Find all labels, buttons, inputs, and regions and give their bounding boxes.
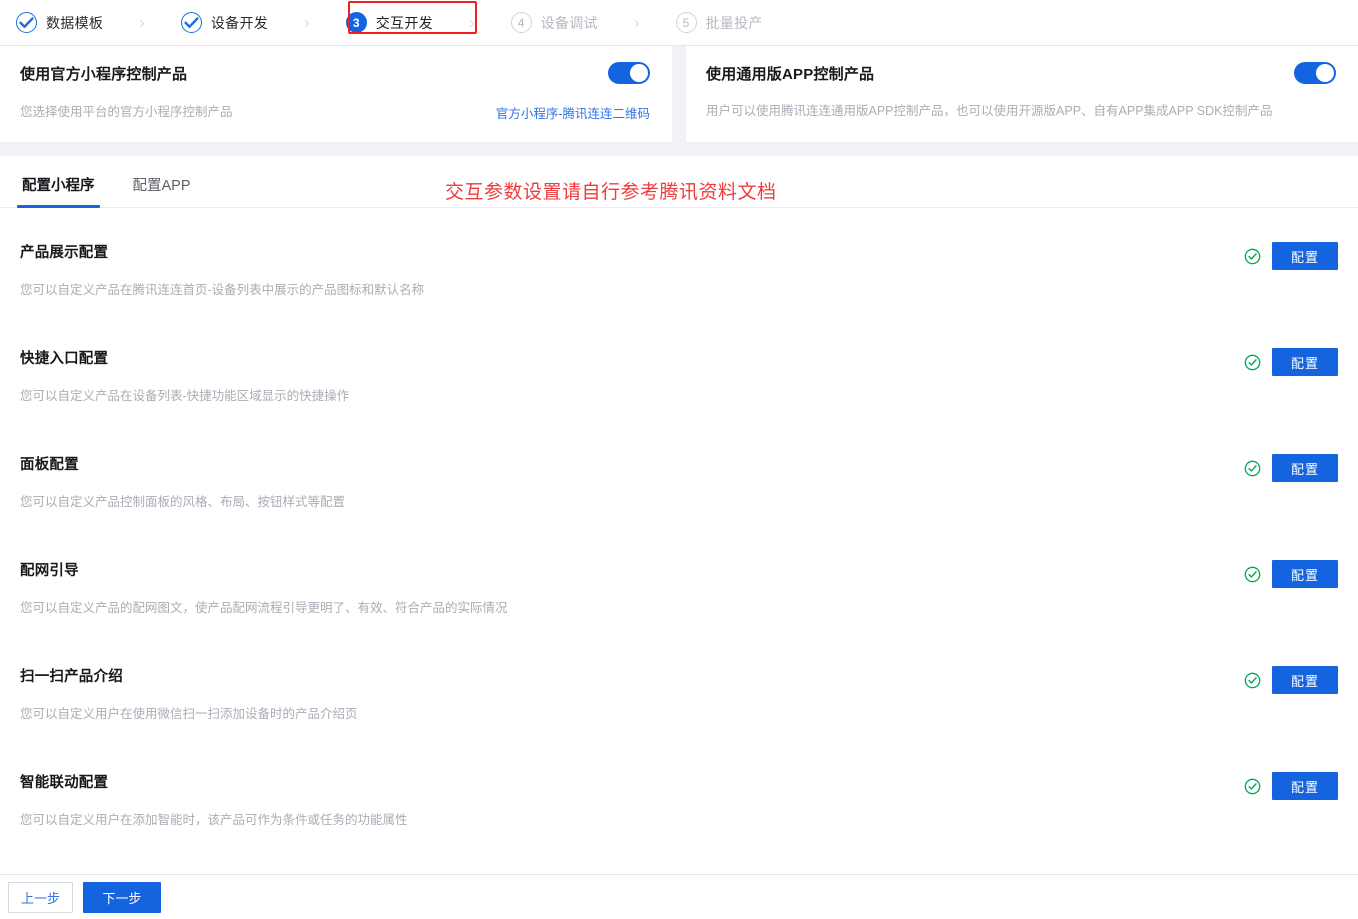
step-label: 设备调试 (540, 14, 598, 31)
tabs-divider (0, 207, 1358, 208)
step-item-4[interactable]: 4 设备调试 (501, 6, 608, 39)
step-item-3[interactable]: 3 交互开发 (336, 6, 443, 39)
watermark: 电子发烧友 ELECFANS.COM (1212, 885, 1344, 915)
configure-button[interactable]: 配置 (1272, 666, 1338, 694)
official-miniprogram-qrcode-link[interactable]: 官方小程序-腾讯连连二维码 (496, 103, 650, 122)
step-item-5[interactable]: 5 批量投产 (666, 6, 773, 39)
configure-button[interactable]: 配置 (1272, 560, 1338, 588)
settings-row-title: 面板配置 (20, 457, 79, 473)
step-item-1[interactable]: 数据模板 (6, 6, 113, 39)
step-item-2[interactable]: 设备开发 (171, 6, 278, 39)
step-separator-icon: › (139, 13, 145, 32)
settings-row-description: 您可以自定义产品控制面板的风格、布局、按钮样式等配置 (20, 495, 346, 509)
card-body: 您选择使用平台的官方小程序控制产品 官方小程序-腾讯连连二维码 (20, 103, 650, 122)
check-circle-icon (1244, 460, 1261, 477)
settings-row-text: 产品展示配置您可以自定义产品在腾讯连连首页-设备列表中展示的产品图标和默认名称 (20, 241, 424, 300)
card-general-app: 使用通用版APP控制产品 用户可以使用腾讯连连通用版APP控制产品，也可以使用开… (686, 46, 1358, 142)
check-circle-icon (1244, 778, 1261, 795)
card-header: 使用官方小程序控制产品 (20, 62, 650, 84)
check-circle-icon (1244, 566, 1261, 583)
settings-row-text: 快捷入口配置您可以自定义产品在设备列表-快捷功能区域显示的快捷操作 (20, 347, 349, 406)
settings-row-description: 您可以自定义用户在添加智能时，该产品可作为条件或任务的功能属性 (20, 813, 408, 827)
tab-list: 配置小程序 配置APP (17, 156, 1338, 208)
step-label: 交互开发 (375, 14, 433, 31)
watermark-text: 电子发烧友 ELECFANS.COM (1249, 886, 1344, 914)
step-check-icon (180, 12, 202, 33)
settings-row-text: 配网引导您可以自定义产品的配网图文，使产品配网流程引导更明了、有效、符合产品的实… (20, 559, 508, 618)
step-number-badge: 3 (345, 12, 367, 33)
settings-row-title: 快捷入口配置 (20, 351, 109, 367)
settings-row-description: 您可以自定义产品在腾讯连连首页-设备列表中展示的产品图标和默认名称 (20, 283, 425, 297)
settings-row: 面板配置您可以自定义产品控制面板的风格、布局、按钮样式等配置 配置 (20, 430, 1338, 536)
next-step-button[interactable]: 下一步 (83, 881, 161, 913)
settings-row-actions: 配置 (1244, 453, 1338, 482)
card-body: 用户可以使用腾讯连连通用版APP控制产品，也可以使用开源版APP、自有APP集成… (706, 103, 1336, 121)
step-progress-bar: 数据模板 › 设备开发 › 3 交互开发 › 4 设备调试 › 5 批量投产 (0, 0, 1358, 46)
toggle-official-miniprogram[interactable] (608, 62, 650, 84)
step-separator-icon: › (468, 13, 475, 32)
settings-row-description: 您可以自定义产品的配网图文，使产品配网流程引导更明了、有效、符合产品的实际情况 (20, 601, 508, 615)
footer-action-bar: 上一步 下一步 电子发烧友 ELECFANS.COM (0, 874, 1358, 919)
card-description: 用户可以使用腾讯连连通用版APP控制产品，也可以使用开源版APP、自有APP集成… (706, 104, 1273, 118)
configure-button[interactable]: 配置 (1272, 242, 1338, 270)
configure-button[interactable]: 配置 (1272, 348, 1338, 376)
interaction-config-panel: 配置小程序 配置APP 交互参数设置请自行参考腾讯资料文档 产品展示配置您可以自… (0, 156, 1358, 875)
settings-row-title: 扫一扫产品介绍 (20, 669, 123, 685)
settings-row-list: 产品展示配置 您可以自定义产品在腾讯连连首页-设备列表中展示的产品图标和默认名称配… (20, 208, 1338, 854)
settings-row-actions: 配置 (1244, 241, 1338, 270)
control-mode-cards: 使用官方小程序控制产品 您选择使用平台的官方小程序控制产品 官方小程序-腾讯连连… (0, 46, 1358, 142)
settings-row-actions: 配置 (1244, 347, 1338, 376)
watermark-logo-icon (1212, 885, 1242, 915)
tab-configure-app[interactable]: 配置APP (131, 170, 193, 207)
step-number-badge: 4 (510, 12, 532, 33)
settings-row-actions: 配置 (1244, 771, 1338, 800)
check-circle-icon (1244, 248, 1261, 265)
step-number-badge: 5 (675, 12, 697, 33)
watermark-subtitle: ELECFANS.COM (1249, 905, 1327, 915)
check-circle-icon (1244, 354, 1261, 371)
settings-row: 快捷入口配置您可以自定义产品在设备列表-快捷功能区域显示的快捷操作 配置 (20, 324, 1338, 430)
settings-row: 扫一扫产品介绍您可以自定义用户在使用微信扫一扫添加设备时的产品介绍页 配置 (20, 642, 1338, 748)
settings-row-title: 智能联动配置 (20, 775, 109, 791)
settings-row: 配网引导您可以自定义产品的配网图文，使产品配网流程引导更明了、有效、符合产品的实… (20, 536, 1338, 642)
tabs-wrapper: 配置小程序 配置APP 交互参数设置请自行参考腾讯资料文档 (0, 156, 1358, 208)
configure-button[interactable]: 配置 (1272, 454, 1338, 482)
settings-row: 产品展示配置您可以自定义产品在腾讯连连首页-设备列表中展示的产品图标和默认名称 配… (20, 218, 1338, 324)
step-label: 设备开发 (210, 14, 269, 31)
settings-row-actions: 配置 (1244, 665, 1338, 694)
card-description: 您选择使用平台的官方小程序控制产品 (20, 104, 233, 119)
toggle-general-app[interactable] (1294, 62, 1336, 84)
step-separator-icon: › (633, 13, 640, 32)
check-circle-icon (1244, 672, 1261, 689)
settings-row-description: 您可以自定义用户在使用微信扫一扫添加设备时的产品介绍页 (20, 707, 358, 721)
configure-button[interactable]: 配置 (1272, 772, 1338, 800)
watermark-title: 电子发烧友 (1249, 885, 1344, 906)
settings-row-text: 面板配置您可以自定义产品控制面板的风格、布局、按钮样式等配置 (20, 453, 345, 512)
step-check-icon (16, 12, 37, 33)
tab-configure-miniprogram[interactable]: 配置小程序 (17, 170, 99, 208)
settings-row-title: 产品展示配置 (20, 245, 109, 261)
settings-row-text: 扫一扫产品介绍您可以自定义用户在使用微信扫一扫添加设备时的产品介绍页 (20, 665, 358, 724)
settings-row: 智能联动配置您可以自定义用户在添加智能时，该产品可作为条件或任务的功能属性 配置 (20, 748, 1338, 854)
card-official-miniprogram: 使用官方小程序控制产品 您选择使用平台的官方小程序控制产品 官方小程序-腾讯连连… (0, 46, 672, 142)
settings-row-actions: 配置 (1244, 559, 1338, 588)
card-title: 使用通用版APP控制产品 (706, 65, 875, 83)
settings-row-description: 您可以自定义产品在设备列表-快捷功能区域显示的快捷操作 (20, 389, 350, 403)
settings-row-title: 配网引导 (20, 563, 79, 579)
settings-row-text: 智能联动配置您可以自定义用户在添加智能时，该产品可作为条件或任务的功能属性 (20, 771, 408, 830)
step-separator-icon: › (304, 13, 310, 32)
step-label: 数据模板 (46, 14, 104, 31)
step-label: 批量投产 (705, 14, 763, 31)
card-header: 使用通用版APP控制产品 (706, 62, 1336, 84)
previous-step-button[interactable]: 上一步 (8, 881, 73, 913)
card-title: 使用官方小程序控制产品 (20, 65, 188, 83)
